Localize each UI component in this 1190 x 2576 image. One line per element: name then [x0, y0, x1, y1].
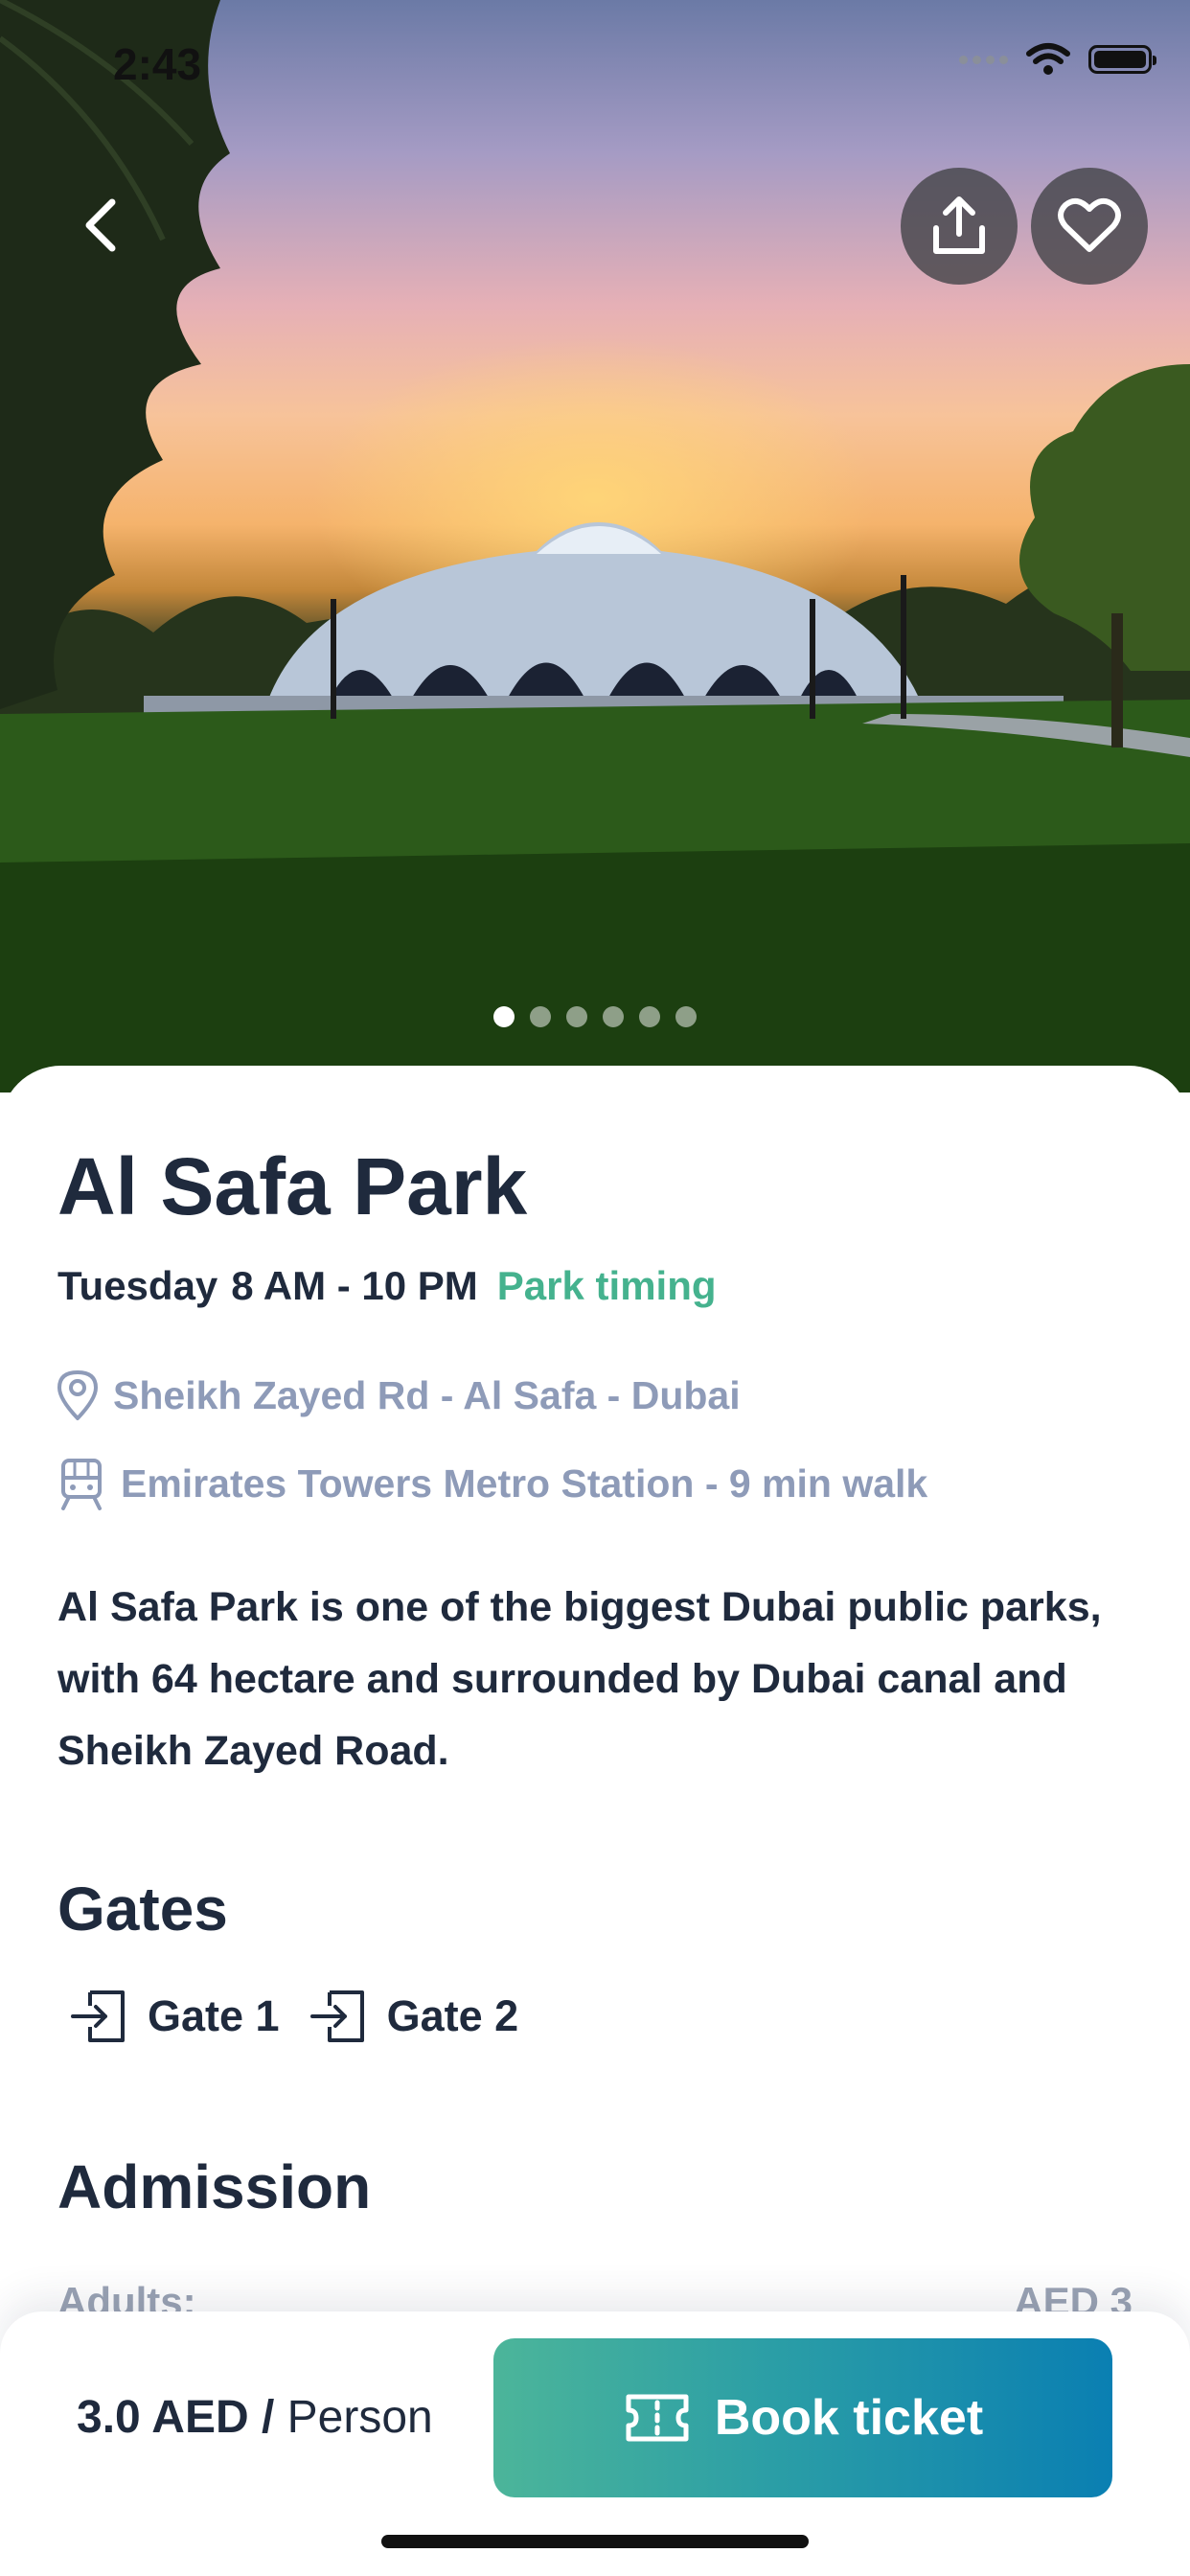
- chevron-left-icon: [85, 198, 116, 252]
- address-text: Sheikh Zayed Rd - Al Safa - Dubai: [113, 1372, 741, 1417]
- carousel-indicator[interactable]: [0, 1006, 1190, 1027]
- gate-item-1[interactable]: Gate 1: [69, 1989, 280, 2044]
- timing-label[interactable]: Park timing: [497, 1263, 717, 1309]
- share-upload-icon: [933, 196, 985, 254]
- gates-list: Gate 1 Gate 2: [69, 1989, 518, 2044]
- price-amount: 3.0 AED /: [77, 2392, 287, 2443]
- book-ticket-label: Book ticket: [714, 2390, 984, 2446]
- home-indicator[interactable]: [381, 2535, 809, 2548]
- carousel-dot[interactable]: [493, 1006, 515, 1027]
- ticket-icon: [626, 2394, 689, 2442]
- timing-hours: 8 AM - 10 PM: [231, 1263, 478, 1308]
- favorite-button[interactable]: [1031, 168, 1148, 285]
- gate-item-2[interactable]: Gate 2: [309, 1989, 519, 2044]
- metro-row[interactable]: Emirates Towers Metro Station - 9 min wa…: [56, 1455, 927, 1512]
- gate-entry-icon: [71, 1990, 125, 2042]
- status-time: 2:43: [113, 39, 202, 89]
- status-indicators: [959, 42, 1156, 77]
- page-title: Al Safa Park: [57, 1141, 528, 1231]
- back-button[interactable]: [67, 192, 134, 259]
- address-row[interactable]: Sheikh Zayed Rd - Al Safa - Dubai: [56, 1368, 741, 1422]
- admission-heading: Admission: [57, 2152, 372, 2221]
- share-button[interactable]: [901, 168, 1018, 285]
- carousel-dot[interactable]: [603, 1006, 624, 1027]
- wifi-icon: [1026, 43, 1070, 75]
- carousel-dot[interactable]: [675, 1006, 697, 1027]
- price-per-person: 3.0 AED / Person: [77, 2391, 433, 2444]
- gate-label: Gate 1: [148, 1991, 280, 2040]
- carousel-dot[interactable]: [566, 1006, 587, 1027]
- cellular-signal-icon: [959, 55, 1008, 64]
- heart-outline-icon: [1058, 197, 1121, 252]
- park-description: Al Safa Park is one of the biggest Dubai…: [57, 1584, 1102, 1774]
- timing-day: Tuesday: [57, 1263, 218, 1308]
- location-pin-icon: [57, 1370, 98, 1420]
- battery-icon: [1088, 45, 1156, 74]
- metro-text: Emirates Towers Metro Station - 9 min wa…: [121, 1460, 928, 1506]
- park-photo: [0, 0, 1190, 1092]
- gates-heading: Gates: [57, 1874, 228, 1944]
- hero-image: 2:43: [0, 0, 1190, 1092]
- metro-train-icon: [61, 1459, 102, 1510]
- park-timing: Tuesday 8 AM - 10 PM Park timing: [57, 1263, 717, 1309]
- gate-entry-icon: [309, 1990, 364, 2042]
- price-unit: Person: [286, 2392, 433, 2443]
- carousel-dot[interactable]: [639, 1006, 660, 1027]
- gate-label: Gate 2: [386, 1991, 519, 2040]
- carousel-dot[interactable]: [530, 1006, 551, 1027]
- book-ticket-button[interactable]: Book ticket: [493, 2338, 1112, 2497]
